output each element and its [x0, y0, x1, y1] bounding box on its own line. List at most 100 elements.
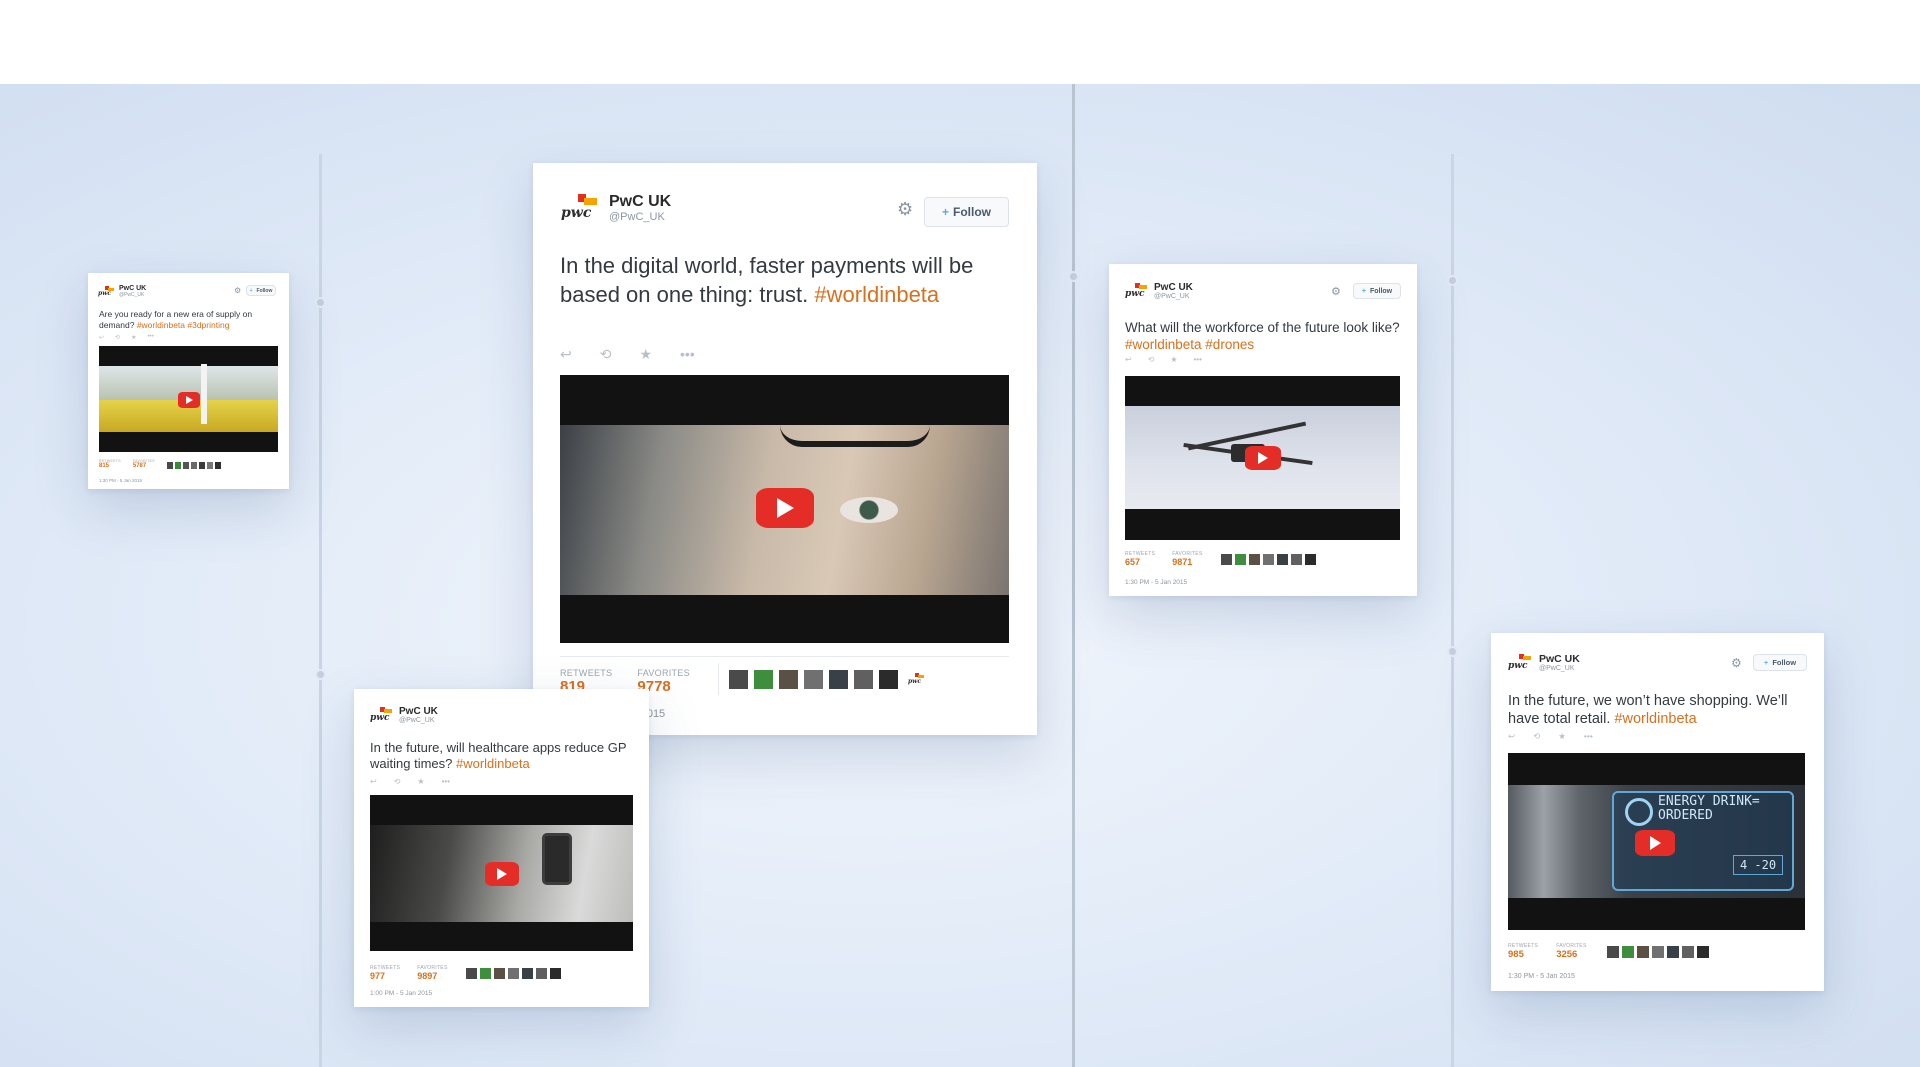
avatar[interactable]: [803, 670, 823, 689]
avatar[interactable]: [214, 462, 221, 469]
retweet-icon[interactable]: ⟲: [1148, 355, 1155, 364]
retweet-count[interactable]: 657: [1125, 557, 1155, 567]
account-handle[interactable]: @PwC_UK: [1154, 293, 1193, 300]
avatar[interactable]: [206, 462, 213, 469]
account-handle[interactable]: @PwC_UK: [119, 292, 146, 298]
star-icon[interactable]: ★: [131, 334, 136, 341]
gear-icon[interactable]: ⚙: [234, 286, 241, 295]
tweet-timestamp[interactable]: 1:30 PM - 5 Jan 2015: [1508, 973, 1575, 980]
account-name[interactable]: PwC UK: [1154, 282, 1193, 293]
avatar[interactable]: [1248, 554, 1260, 565]
play-icon[interactable]: [178, 392, 200, 408]
avatar[interactable]: [521, 968, 533, 979]
avatar[interactable]: [1666, 946, 1679, 958]
reply-icon[interactable]: ↩: [99, 334, 104, 341]
favorite-count[interactable]: 5787: [133, 463, 155, 469]
reply-icon[interactable]: ↩: [1508, 731, 1515, 742]
favorite-count[interactable]: 9871: [1172, 557, 1202, 567]
retweet-count[interactable]: 815: [99, 463, 121, 469]
account-name[interactable]: PwC UK: [399, 706, 438, 717]
avatar[interactable]: [1636, 946, 1649, 958]
hashtags[interactable]: #worldinbeta #drones: [1125, 337, 1254, 352]
retweet-icon[interactable]: ⟲: [115, 334, 120, 341]
follow-button[interactable]: + Follow: [1353, 283, 1401, 299]
play-icon[interactable]: [485, 862, 519, 886]
avatar[interactable]: [198, 462, 205, 469]
tweet-timestamp[interactable]: 1:00 PM - 5 Jan 2015: [370, 990, 432, 997]
retweet-icon[interactable]: ⟲: [1533, 731, 1540, 742]
favorite-count[interactable]: 3256: [1556, 949, 1586, 960]
follow-button[interactable]: + Follow: [924, 197, 1009, 227]
retweet-count[interactable]: 985: [1508, 949, 1538, 960]
play-icon[interactable]: [756, 488, 814, 528]
gear-icon[interactable]: ⚙: [897, 199, 913, 220]
hashtags[interactable]: #worldinbeta: [1614, 711, 1696, 727]
video-player[interactable]: [99, 346, 278, 452]
avatar[interactable]: [1681, 946, 1694, 958]
account-handle[interactable]: @PwC_UK: [609, 211, 671, 223]
star-icon[interactable]: ★: [1558, 731, 1566, 742]
avatar[interactable]: [479, 968, 491, 979]
avatar[interactable]: [493, 968, 505, 979]
video-player[interactable]: [560, 375, 1009, 643]
play-icon[interactable]: [1635, 830, 1675, 856]
star-icon[interactable]: ★: [1170, 355, 1177, 364]
retweet-count[interactable]: 977: [370, 971, 400, 981]
reply-icon[interactable]: ↩: [560, 346, 572, 363]
avatar[interactable]: [1304, 554, 1316, 565]
video-player[interactable]: [1125, 376, 1400, 540]
more-icon[interactable]: •••: [1194, 355, 1202, 364]
video-player[interactable]: ENERGY DRINK= ORDERED 4 -20: [1508, 753, 1805, 930]
avatar[interactable]: [507, 968, 519, 979]
more-icon[interactable]: •••: [147, 334, 153, 341]
reply-icon[interactable]: ↩: [1125, 355, 1132, 364]
avatar[interactable]: [1262, 554, 1274, 565]
avatar[interactable]: [535, 968, 547, 979]
avatar[interactable]: [853, 670, 873, 689]
avatar[interactable]: [549, 968, 561, 979]
avatar[interactable]: [1606, 946, 1619, 958]
hashtags[interactable]: #worldinbeta: [814, 282, 939, 307]
avatar[interactable]: [1696, 946, 1709, 958]
avatar[interactable]: [465, 968, 477, 979]
follow-button[interactable]: + Follow: [246, 285, 276, 296]
account-handle[interactable]: @PwC_UK: [1539, 665, 1580, 672]
star-icon[interactable]: ★: [639, 346, 652, 363]
play-icon[interactable]: [1245, 446, 1281, 470]
avatar[interactable]: [878, 670, 898, 689]
avatar[interactable]: [1234, 554, 1246, 565]
avatar[interactable]: [166, 462, 173, 469]
account-handle[interactable]: @PwC_UK: [399, 717, 438, 724]
avatar[interactable]: [1621, 946, 1634, 958]
gear-icon[interactable]: ⚙: [1731, 656, 1742, 670]
reply-icon[interactable]: ↩: [370, 777, 377, 786]
video-player[interactable]: [370, 795, 633, 951]
follow-button[interactable]: + Follow: [1753, 654, 1807, 671]
avatar[interactable]: [174, 462, 181, 469]
avatar[interactable]: [190, 462, 197, 469]
more-icon[interactable]: •••: [1584, 731, 1593, 742]
avatar[interactable]: [1276, 554, 1288, 565]
gear-icon[interactable]: ⚙: [1331, 285, 1341, 298]
account-name[interactable]: PwC UK: [609, 193, 671, 211]
tweet-timestamp[interactable]: 1:30 PM - 5 Jan 2015: [99, 478, 142, 483]
hashtags[interactable]: #worldinbeta #3dprinting: [137, 320, 230, 330]
tweet-timestamp[interactable]: 1:30 PM - 5 Jan 2015: [1125, 579, 1187, 586]
retweet-icon[interactable]: ⟲: [394, 777, 401, 786]
hashtags[interactable]: #worldinbeta: [456, 756, 530, 771]
avatar[interactable]: [778, 670, 798, 689]
retweet-icon[interactable]: ⟲: [600, 346, 612, 363]
avatar[interactable]: [728, 670, 748, 689]
avatar[interactable]: [182, 462, 189, 469]
account-name[interactable]: PwC UK: [1539, 653, 1580, 665]
avatar[interactable]: [1651, 946, 1664, 958]
avatar[interactable]: [1220, 554, 1232, 565]
favorite-count[interactable]: 9897: [417, 971, 447, 981]
avatar[interactable]: [828, 670, 848, 689]
avatar[interactable]: [753, 670, 773, 689]
more-icon[interactable]: •••: [442, 777, 450, 786]
more-icon[interactable]: •••: [680, 346, 695, 363]
star-icon[interactable]: ★: [417, 777, 424, 786]
avatar[interactable]: [1290, 554, 1302, 565]
account-name[interactable]: PwC UK: [119, 285, 146, 292]
